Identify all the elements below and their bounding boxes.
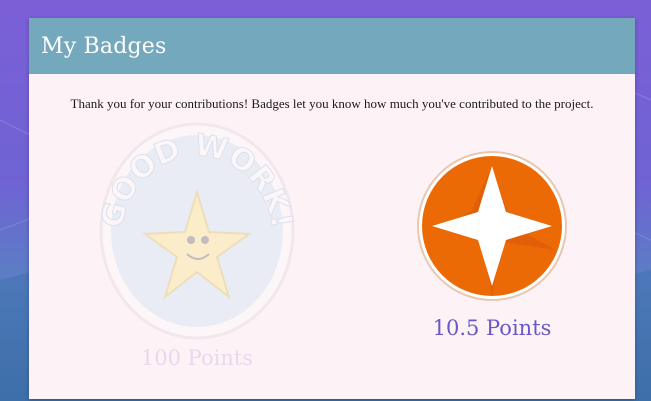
badges-modal: My Badges Thank you for your contributio… — [29, 18, 635, 399]
badge-points-label: 10.5 Points — [432, 316, 552, 340]
modal-title: My Badges — [41, 33, 167, 59]
intro-text: Thank you for your contributions! Badges… — [70, 96, 594, 111]
star-badge-image — [416, 150, 568, 302]
modal-header: My Badges — [29, 18, 635, 74]
badge-good-work[interactable]: GOOD WORK! 100 Points — [94, 122, 300, 370]
badge-points-label: 100 Points — [140, 346, 254, 370]
badge-star[interactable]: 10.5 Points — [412, 150, 572, 340]
good-work-badge-image: GOOD WORK! — [94, 122, 300, 340]
